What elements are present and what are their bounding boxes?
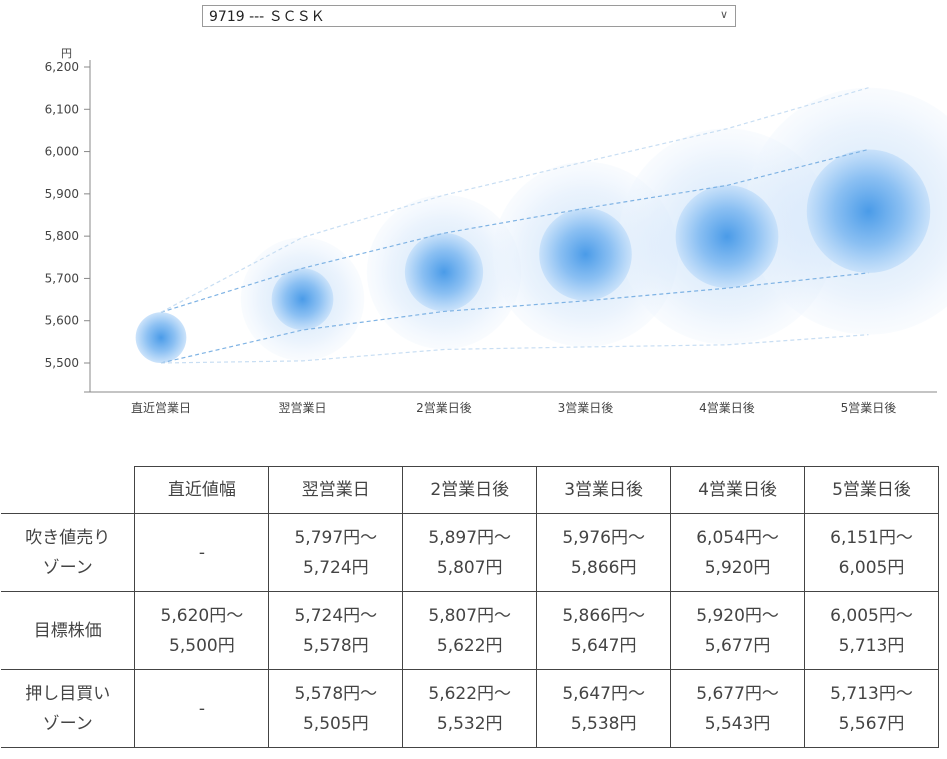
target-price-bubble xyxy=(135,312,187,363)
table-row: 押し目買い ゾーン -5,578円～ 5,505円 5,622円～ 5,532円 5,647… xyxy=(1,669,939,748)
x-tick-label: 4営業日後 xyxy=(699,401,755,415)
table-cell: 5,807円～ 5,622円 xyxy=(402,591,538,670)
x-tick-label: 5営業日後 xyxy=(841,401,897,415)
y-tick-label: 5,800 xyxy=(45,229,79,243)
table-cell: 5,920円～ 5,677円 xyxy=(670,591,806,670)
y-unit-label: 円 xyxy=(61,47,72,60)
table-row: 吹き値売り ゾーン -5,797円～ 5,724円 5,897円～ 5,807円 5,976… xyxy=(1,513,939,592)
x-tick-label: 2営業日後 xyxy=(416,401,472,415)
table-header: 翌営業日 xyxy=(268,466,404,514)
target-price-bubble xyxy=(539,208,632,301)
chevron-down-icon: ∨ xyxy=(719,8,728,21)
table-cell: 5,578円～ 5,505円 xyxy=(268,669,404,748)
table-cell: 5,897円～ 5,807円 xyxy=(402,513,538,592)
table-header: 3営業日後 xyxy=(536,466,672,514)
x-tick-label: 直近営業日 xyxy=(131,401,191,415)
table-header: 4営業日後 xyxy=(670,466,806,514)
stock-selector-value: 9719 --- ＳＣＳＫ xyxy=(209,9,325,25)
price-forecast-chart: 5,500 5,600 5,700 5,800 5,900 6,000 6,100 6,200… xyxy=(45,47,947,415)
target-price-bubble xyxy=(675,185,779,288)
table-corner xyxy=(1,466,136,514)
table-cell: 5,797円～ 5,724円 xyxy=(268,513,404,592)
target-price-bubble xyxy=(271,268,334,331)
y-tick-label: 5,900 xyxy=(45,187,79,201)
row-label: 吹き値売り ゾーン xyxy=(1,513,136,592)
x-tick-label: 翌営業日 xyxy=(278,401,326,415)
table-cell: 5,647円～ 5,538円 xyxy=(536,669,672,748)
stock-selector[interactable]: 9719 --- ＳＣＳＫ ∨ xyxy=(202,5,736,27)
row-label: 目標株価 xyxy=(1,591,136,670)
table-cell: 6,151円～ 6,005円 xyxy=(804,513,939,592)
table-cell: 5,724円～ 5,578円 xyxy=(268,591,404,670)
table-header: 2営業日後 xyxy=(402,466,538,514)
table-row: 目標株価 5,620円～ 5,500円 5,724円～ 5,578円 5,807円～ 5,6… xyxy=(1,591,939,670)
table-cell: - xyxy=(134,513,270,592)
table-cell: 5,677円～ 5,543円 xyxy=(670,669,806,748)
table-cell: 5,866円～ 5,647円 xyxy=(536,591,672,670)
table-cell: 5,976円～ 5,866円 xyxy=(536,513,672,592)
target-price-bubble xyxy=(404,232,484,312)
table-cell: 5,620円～ 5,500円 xyxy=(134,591,270,670)
zone-table: 直近値幅 翌営業日 2営業日後 3営業日後 4営業日後 5営業日後 吹き値売り ゾーン -5,… xyxy=(1,466,939,748)
y-tick-label: 6,000 xyxy=(45,145,79,159)
table-cell: 6,005円～ 5,713円 xyxy=(804,591,939,670)
target-price-bubble xyxy=(806,149,931,273)
row-label: 押し目買い ゾーン xyxy=(1,669,136,748)
y-tick-label: 6,100 xyxy=(45,102,79,116)
x-tick-label: 3営業日後 xyxy=(558,401,614,415)
y-tick-label: 5,600 xyxy=(45,314,79,328)
table-header: 5営業日後 xyxy=(804,466,939,514)
y-tick-label: 5,700 xyxy=(45,271,79,285)
y-tick-label: 5,500 xyxy=(45,356,79,370)
y-tick-label: 6,200 xyxy=(45,60,79,74)
table-cell: 6,054円～ 5,920円 xyxy=(670,513,806,592)
table-cell: 5,622円～ 5,532円 xyxy=(402,669,538,748)
table-header: 直近値幅 xyxy=(134,466,270,514)
table-cell: 5,713円～ 5,567円 xyxy=(804,669,939,748)
table-cell: - xyxy=(134,669,270,748)
